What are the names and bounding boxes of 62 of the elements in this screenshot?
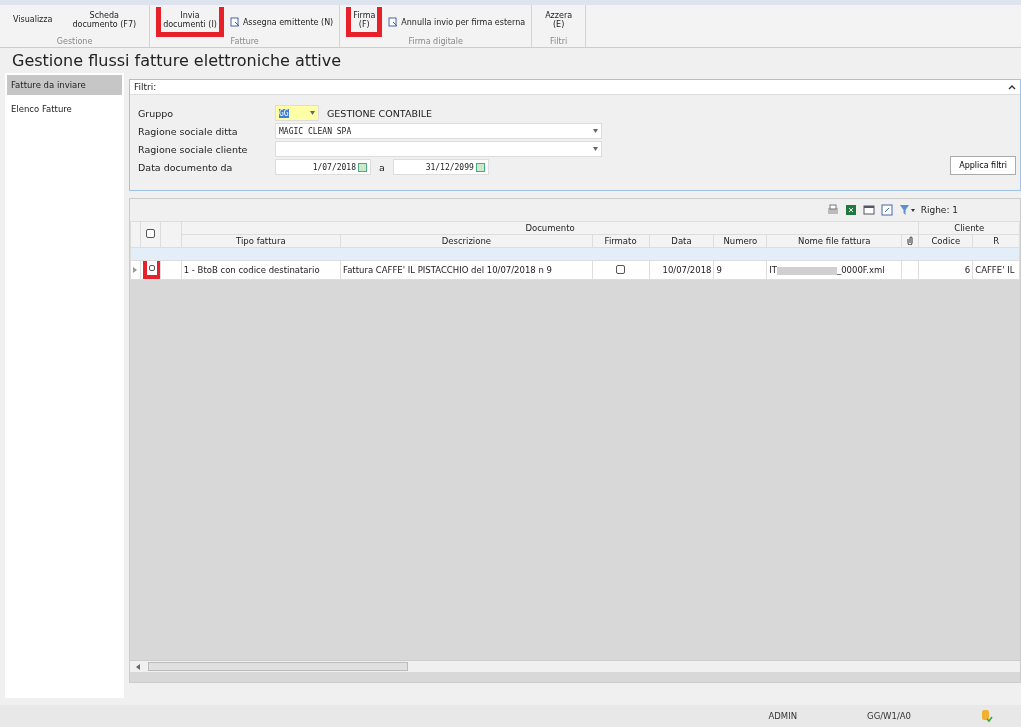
print-icon (826, 204, 839, 216)
database-check-icon (981, 709, 993, 723)
filter-icon (898, 204, 915, 216)
field-label: Gruppo (138, 107, 175, 119)
field-label: Ragione sociale ditta (138, 125, 239, 137)
dropdown-arrow-icon (593, 129, 598, 133)
sidebar-item[interactable]: Elenco Fatture (7, 99, 122, 119)
file-name-suffix: _0000F.xml (836, 265, 885, 275)
ribbon-button[interactable]: Assegna emittente (N) (229, 17, 334, 27)
ribbon-group-label: Gestione (55, 37, 94, 48)
dropdown-arrow-icon (593, 147, 598, 151)
ribbon-button[interactable]: Visualizza (6, 7, 60, 37)
customer-field[interactable] (275, 141, 602, 157)
file-name-prefix: IT (769, 265, 777, 275)
document-icon (388, 17, 399, 27)
window-icon (862, 204, 875, 216)
scrollbar-thumb[interactable] (148, 662, 408, 671)
ribbon-group-label: Fatture (229, 37, 260, 48)
date-field[interactable]: 31/12/2099 (392, 159, 489, 175)
ribbon-group-label: Filtri (549, 37, 569, 48)
group-field[interactable]: GG (275, 105, 319, 121)
column-group-header: Documento (181, 221, 919, 235)
horizontal-scrollbar[interactable] (130, 660, 1020, 672)
ribbon-button[interactable]: Annulla invio per firma esterna (388, 17, 526, 27)
spreadsheet-icon (844, 204, 857, 216)
document-icon (229, 17, 240, 27)
select-all-checkbox[interactable] (146, 229, 156, 238)
apply-filters-button[interactable]: Applica filtri (950, 156, 1016, 175)
ribbon-button[interactable]: Invia documenti (I) (156, 7, 224, 37)
table-cell: Fattura CAFFE' IL PISTACCHIO del 10/07/2018 n 9 (340, 260, 593, 280)
ribbon-group-label: Firma digitale (407, 37, 464, 48)
table-cell: 1 - BtoB con codice destinatario (181, 260, 341, 280)
calendar-icon (475, 162, 485, 172)
paperclip-icon (907, 235, 914, 245)
ribbon-button[interactable]: Firma (F) (346, 7, 383, 37)
group-description: GESTIONE CONTABILE (327, 107, 432, 119)
calendar-icon (358, 162, 367, 172)
panel-title: Filtri: (134, 82, 157, 92)
row-indicator-icon (133, 267, 137, 273)
table-cell: 6 (918, 260, 973, 280)
user-name: ADMIN (768, 711, 798, 721)
date-separator: a (379, 161, 385, 173)
company-field[interactable]: MAGIC CLEAN SPA (275, 123, 602, 139)
table-cell: 10/07/2018 (649, 260, 714, 280)
date-field[interactable]: 1/07/2018 (275, 159, 371, 175)
row-checkbox[interactable] (149, 265, 156, 271)
redacted-block (776, 266, 837, 275)
ribbon-button[interactable]: Azzera (E) (538, 7, 580, 37)
ribbon-button[interactable]: Scheda documento (F7) (65, 7, 144, 37)
table-cell: 9 (713, 260, 767, 280)
dropdown-arrow-icon (310, 111, 315, 115)
column-group-header: Cliente (918, 221, 1020, 235)
field-label: Ragione sociale cliente (138, 143, 249, 155)
page-title: Gestione flussi fatture elettroniche attive (0, 48, 1021, 73)
rows-count: Righe: 1 (920, 205, 958, 215)
signed-checkbox[interactable] (616, 264, 626, 274)
sidebar-item[interactable]: Fatture da inviare (7, 75, 122, 95)
table-cell: CAFFE' IL (972, 260, 1020, 280)
scroll-left-icon (136, 663, 140, 670)
session-path: GG/W1/A0 (867, 711, 911, 721)
collapse-icon (1008, 84, 1016, 90)
field-label: Data documento da (138, 161, 234, 173)
